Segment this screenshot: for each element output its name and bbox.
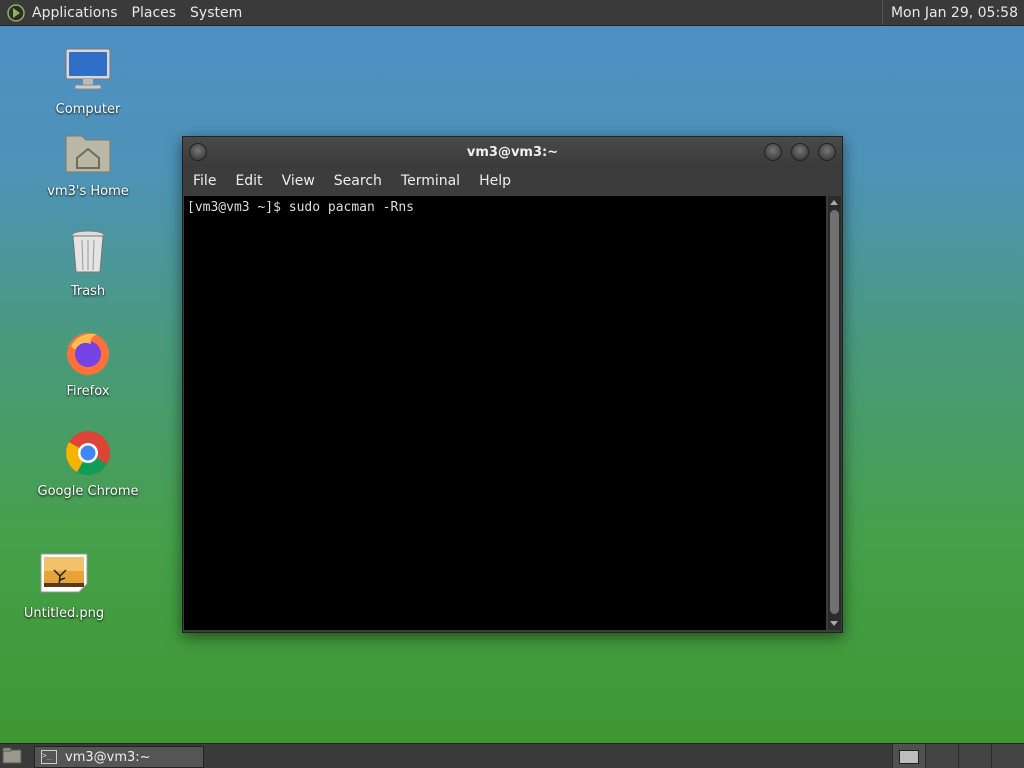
terminal-output-area[interactable]: [vm3@vm3 ~]$ sudo pacman -Rns — [184, 196, 826, 630]
clock[interactable]: Mon Jan 29, 05:58 — [881, 0, 1024, 25]
desktop-icon-label: Untitled.png — [23, 606, 105, 621]
menu-system[interactable]: System — [190, 5, 242, 21]
desktop-icon-firefox[interactable]: Firefox — [33, 328, 143, 400]
terminal-title: vm3@vm3:~ — [466, 144, 559, 160]
menu-places[interactable]: Places — [132, 5, 177, 21]
desktop-icon-label: Google Chrome — [37, 484, 139, 499]
terminal-prompt-line: [vm3@vm3 ~]$ sudo pacman -Rns — [187, 200, 414, 215]
trash-icon — [71, 230, 105, 273]
maximize-button[interactable] — [791, 143, 809, 161]
desktop-icon-trash[interactable]: Trash — [33, 228, 143, 300]
home-folder-icon — [65, 135, 111, 173]
workspace-3[interactable] — [958, 744, 991, 768]
firefox-icon — [67, 333, 109, 375]
minimize-button[interactable] — [764, 143, 782, 161]
show-desktop-icon[interactable] — [2, 747, 22, 765]
desktop-icon-home[interactable]: vm3's Home — [33, 128, 143, 200]
image-file-icon — [40, 553, 88, 593]
workspace-1[interactable] — [892, 744, 925, 768]
terminal-scrollbar[interactable] — [828, 196, 841, 630]
bottom-panel: >_ vm3@vm3:~ — [0, 743, 1024, 768]
terminal-menubar: File Edit View Search Terminal Help — [183, 167, 842, 195]
menu-edit[interactable]: Edit — [235, 173, 262, 189]
desktop-icon-untitled-png[interactable]: Untitled.png — [9, 550, 119, 622]
taskbar-terminal-label: vm3@vm3:~ — [65, 749, 151, 765]
workspace-window-thumb — [899, 750, 919, 764]
menu-view[interactable]: View — [282, 173, 315, 189]
window-menu-button[interactable] — [189, 143, 207, 161]
desktop-icon-chrome[interactable]: Google Chrome — [33, 428, 143, 500]
menu-file[interactable]: File — [193, 173, 216, 189]
terminal-titlebar[interactable]: vm3@vm3:~ — [183, 137, 842, 167]
scroll-up-arrow-icon[interactable] — [830, 200, 838, 205]
desktop-icon-label: Firefox — [66, 384, 110, 399]
chrome-icon — [66, 431, 110, 475]
workspace-switcher[interactable] — [892, 744, 1024, 768]
top-panel: Applications Places System Mon Jan 29, 0… — [0, 0, 1024, 26]
menu-search[interactable]: Search — [334, 173, 382, 189]
scrollbar-thumb[interactable] — [830, 210, 839, 614]
desktop-icon-label: vm3's Home — [47, 184, 129, 199]
menu-help[interactable]: Help — [479, 173, 511, 189]
scroll-down-arrow-icon[interactable] — [830, 621, 838, 626]
terminal-window[interactable]: vm3@vm3:~ File Edit View Search Terminal… — [182, 136, 843, 633]
workspace-4[interactable] — [991, 744, 1024, 768]
terminal-icon: >_ — [41, 750, 57, 764]
close-button[interactable] — [818, 143, 836, 161]
taskbar-terminal-button[interactable]: >_ vm3@vm3:~ — [34, 746, 204, 768]
menu-applications[interactable]: Applications — [32, 5, 118, 21]
workspace-2[interactable] — [925, 744, 958, 768]
desktop-icon-label: Computer — [55, 102, 121, 117]
computer-icon — [65, 48, 111, 90]
menu-terminal[interactable]: Terminal — [401, 173, 460, 189]
desktop-icon-computer[interactable]: Computer — [33, 46, 143, 118]
applications-logo-icon[interactable] — [6, 3, 26, 23]
desktop-icon-label: Trash — [70, 284, 106, 299]
